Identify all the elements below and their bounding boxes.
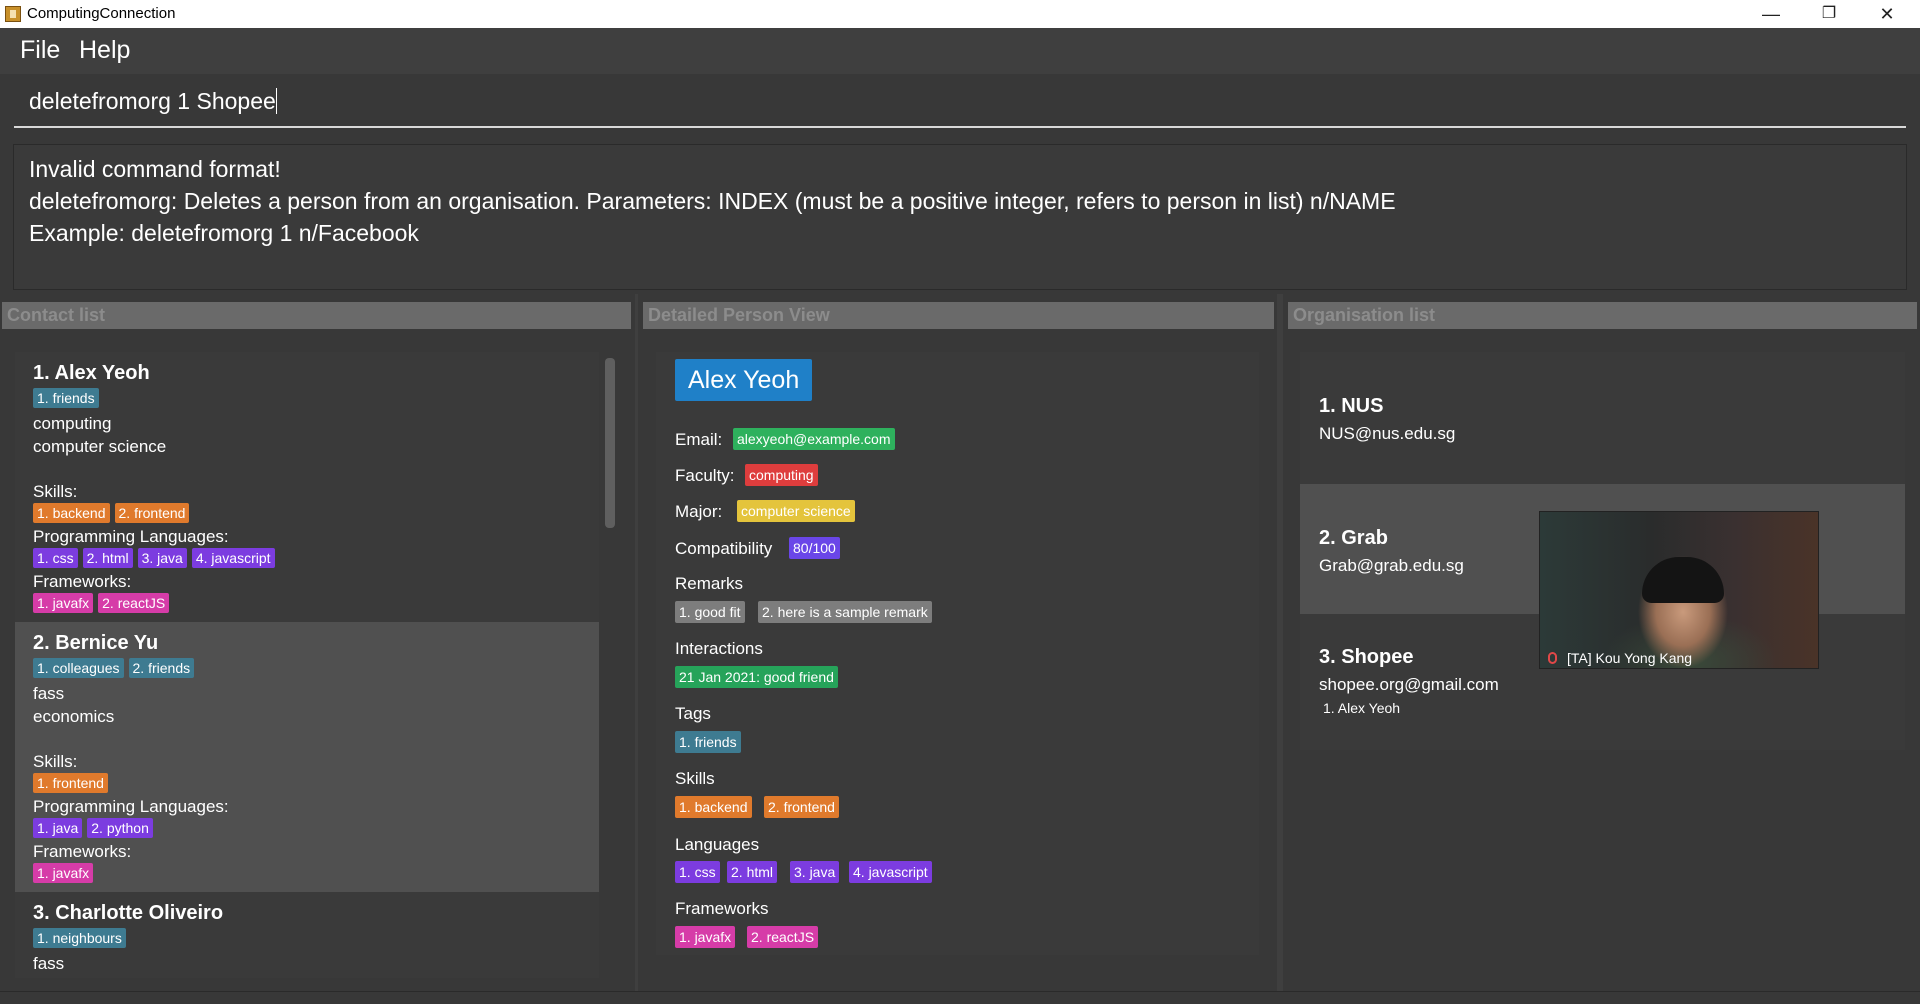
frameworks-label: Frameworks: <box>33 842 132 861</box>
remark-badge: 1. good fit <box>675 601 745 623</box>
organisation-email: shopee.org@gmail.com <box>1319 675 1499 694</box>
person-name: 1. Alex Yeoh <box>33 362 150 384</box>
organisation-name: 1. NUS <box>1319 395 1384 417</box>
languages-label: Programming Languages: <box>33 527 229 546</box>
title-bar: ComputingConnection — ❐ ✕ <box>0 0 1920 28</box>
menu-help[interactable]: Help <box>79 36 130 65</box>
language-badge: 3. java <box>137 548 187 568</box>
language-badge: 1. css <box>33 548 78 568</box>
major-badge: computer science <box>737 500 855 522</box>
contact-list-header: Contact list <box>2 302 631 329</box>
detail-name: Alex Yeoh <box>675 359 813 401</box>
skill-badge: 2. frontend <box>114 503 190 523</box>
faculty-badge: computing <box>745 464 818 486</box>
skill-badge: 1. backend <box>33 503 110 523</box>
email-label: Email: <box>675 430 723 449</box>
skill-badge: 1. backend <box>675 796 752 818</box>
frameworks-label: Frameworks <box>675 899 769 918</box>
person-name: 2. Bernice Yu <box>33 632 159 654</box>
framework-badge: 2. reactJS <box>747 926 819 948</box>
status-bar <box>0 991 1920 1004</box>
language-badge: 4. javascript <box>849 861 932 883</box>
menu-bar: File Help <box>0 28 1920 74</box>
framework-badge: 1. javafx <box>33 593 94 613</box>
language-badge: 1. css <box>675 861 720 883</box>
command-text: deletefromorg 1 Shopee <box>29 88 276 114</box>
mic-muted-icon <box>1548 652 1557 664</box>
window-title: ComputingConnection <box>27 5 176 22</box>
remark-badge: 2. here is a sample remark <box>758 601 932 623</box>
language-badge: 2. python <box>87 818 153 838</box>
faculty-text: computing <box>33 414 112 433</box>
detail-panel-header: Detailed Person View <box>643 302 1274 329</box>
faculty-text: fass <box>33 684 65 703</box>
compatibility-badge: 80/100 <box>789 537 840 559</box>
tags-label: Tags <box>675 704 711 723</box>
framework-badge: 1. javafx <box>33 863 94 883</box>
framework-badge: 2. reactJS <box>98 593 170 613</box>
maximize-button[interactable]: ❐ <box>1800 0 1858 28</box>
languages-label: Languages <box>675 835 760 854</box>
language-badge: 2. html <box>82 548 133 568</box>
video-participant <box>1642 557 1724 603</box>
faculty-text: fass <box>33 954 65 973</box>
major-text: economics <box>33 707 115 726</box>
interactions-label: Interactions <box>675 639 763 658</box>
organisation-list-header: Organisation list <box>1288 302 1917 329</box>
languages-label: Programming Languages: <box>33 797 229 816</box>
remarks-label: Remarks <box>675 574 744 593</box>
person-card[interactable]: 2. Bernice Yu 1. colleagues 2. friends fa… <box>15 622 599 892</box>
result-display: Invalid command format! deletefromorg: D… <box>0 134 1920 294</box>
language-badge: 1. java <box>33 818 83 838</box>
tag-badge: 2. friends <box>128 658 195 678</box>
major-label: Major: <box>675 502 723 521</box>
tag-badge: 1. neighbours <box>33 928 126 948</box>
result-line: deletefromorg: Deletes a person from an … <box>29 188 1396 214</box>
organisation-email: NUS@nus.edu.sg <box>1319 424 1456 443</box>
app-icon <box>5 6 21 22</box>
language-badge: 4. javascript <box>191 548 275 568</box>
tag-badge: 1. friends <box>675 731 741 753</box>
contact-list-panel: Contact list 1. Alex Yeoh 1. friends com… <box>0 294 635 991</box>
person-card[interactable]: 1. Alex Yeoh 1. friends computing comput… <box>15 352 599 622</box>
person-card[interactable]: 3. Charlotte Oliveiro 1. neighbours fass <box>15 892 599 978</box>
person-name: 3. Charlotte Oliveiro <box>33 902 224 924</box>
framework-badge: 1. javafx <box>675 926 736 948</box>
minimize-button[interactable]: — <box>1742 0 1800 28</box>
faculty-label: Faculty: <box>675 466 735 485</box>
menu-file[interactable]: File <box>20 36 60 65</box>
skill-badge: 1. frontend <box>33 773 108 793</box>
video-call-overlay[interactable]: [TA] Kou Yong Kang <box>1539 511 1819 669</box>
contact-list-scrollbar[interactable] <box>605 358 615 528</box>
contact-list[interactable]: 1. Alex Yeoh 1. friends computing comput… <box>15 352 599 978</box>
frameworks-label: Frameworks: <box>33 572 132 591</box>
video-caption: [TA] Kou Yong Kang <box>1567 650 1693 666</box>
compatibility-label: Compatibility <box>675 539 773 558</box>
language-badge: 2. html <box>727 861 778 883</box>
tag-badge: 1. friends <box>33 388 99 408</box>
interaction-badge: 21 Jan 2021: good friend <box>675 666 838 688</box>
close-button[interactable]: ✕ <box>1858 0 1916 28</box>
text-caret <box>275 88 277 114</box>
tag-badge: 1. colleagues <box>33 658 124 678</box>
skills-label: Skills: <box>33 482 78 501</box>
language-badge: 3. java <box>790 861 840 883</box>
email-badge: alexyeoh@example.com <box>733 428 895 450</box>
organisation-member: 1. Alex Yeoh <box>1323 700 1401 716</box>
organisation-card[interactable]: 1. NUS NUS@nus.edu.sg <box>1300 352 1905 484</box>
major-text: computer science <box>33 437 167 456</box>
command-input[interactable]: deletefromorg 1 Shopee <box>14 74 1906 128</box>
skill-badge: 2. frontend <box>764 796 839 818</box>
command-box: deletefromorg 1 Shopee <box>0 74 1920 134</box>
skills-label: Skills <box>675 769 715 788</box>
skills-label: Skills: <box>33 752 78 771</box>
result-text-area[interactable]: Invalid command format! deletefromorg: D… <box>13 144 1907 290</box>
result-line: Invalid command format! <box>29 156 281 182</box>
result-line: Example: deletefromorg 1 n/Facebook <box>29 220 419 246</box>
